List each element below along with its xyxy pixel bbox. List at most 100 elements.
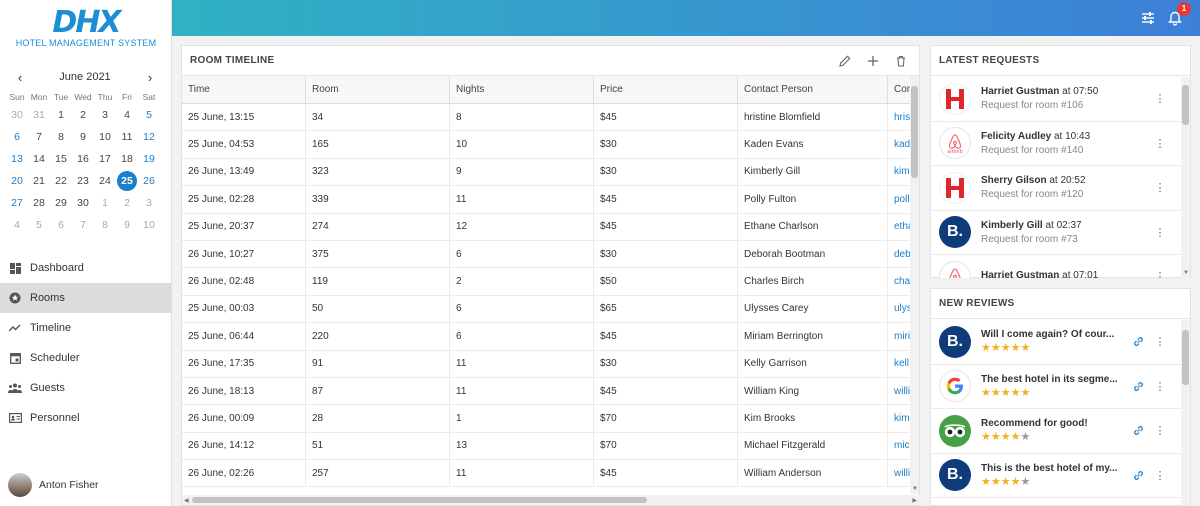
link-icon[interactable] xyxy=(1131,336,1145,347)
contact-link[interactable]: willi xyxy=(888,378,912,404)
contact-link[interactable]: ulys xyxy=(888,296,912,322)
column-header[interactable]: Time xyxy=(182,76,306,103)
table-row[interactable]: 26 June, 14:12 51 13 $70 Michael Fitzgerald m… xyxy=(182,432,912,461)
contact-link[interactable]: mic xyxy=(888,433,912,459)
link-icon[interactable] xyxy=(1131,381,1145,392)
table-row[interactable]: 26 June, 13:49 323 9 $30 Kimberly Gill kim xyxy=(182,158,912,187)
contact-link[interactable]: cha xyxy=(888,268,912,294)
contact-link[interactable]: etha xyxy=(888,214,912,240)
sidebar-item-timeline[interactable]: Timeline xyxy=(0,313,171,343)
calendar-day[interactable]: 13 xyxy=(6,148,28,170)
table-row[interactable]: 26 June, 02:26 257 11 $45 William Anderson wi… xyxy=(182,460,912,488)
contact-link[interactable]: kim xyxy=(888,159,912,185)
review-item[interactable]: B. Will I come again? Of cour... ★★★★★ ⋮ xyxy=(931,320,1181,365)
calendar-day[interactable]: 12 xyxy=(138,126,160,148)
calendar-day[interactable]: 10 xyxy=(94,126,116,148)
calendar-day[interactable]: 2 xyxy=(116,192,138,214)
more-vertical-icon[interactable]: ⋮ xyxy=(1153,335,1167,348)
calendar-day[interactable]: 3 xyxy=(138,192,160,214)
more-vertical-icon[interactable]: ⋮ xyxy=(1153,380,1167,393)
calendar-day[interactable]: 8 xyxy=(50,126,72,148)
column-header[interactable]: Nights xyxy=(450,76,594,103)
sidebar-item-personnel[interactable]: Personnel xyxy=(0,403,171,433)
calendar-day[interactable]: 27 xyxy=(6,192,28,214)
calendar-day[interactable]: 10 xyxy=(138,214,160,236)
calendar-day[interactable]: 6 xyxy=(6,126,28,148)
contact-link[interactable]: poll xyxy=(888,186,912,212)
calendar-day-selected[interactable]: 25 xyxy=(116,170,138,192)
add-button[interactable] xyxy=(865,53,881,69)
calendar-day[interactable]: 31 xyxy=(28,104,50,126)
more-vertical-icon[interactable]: ⋮ xyxy=(1153,226,1167,239)
calendar-day[interactable]: 26 xyxy=(138,170,160,192)
sidebar-item-guests[interactable]: Guests xyxy=(0,373,171,403)
calendar-day[interactable]: 1 xyxy=(94,192,116,214)
review-item[interactable]: Recommend for good! ★★★★★ ⋮ xyxy=(931,409,1181,454)
vertical-scrollbar[interactable] xyxy=(1181,320,1190,506)
scrollbar-thumb[interactable] xyxy=(1182,330,1189,385)
calendar-day[interactable]: 30 xyxy=(72,192,94,214)
more-vertical-icon[interactable]: ⋮ xyxy=(1153,469,1167,482)
calendar-day[interactable]: 6 xyxy=(50,214,72,236)
calendar-day[interactable]: 16 xyxy=(72,148,94,170)
scrollbar-thumb[interactable] xyxy=(192,497,647,503)
table-row[interactable]: 25 June, 00:03 50 6 $65 Ulysses Carey ulys xyxy=(182,295,912,324)
request-item[interactable]: airbnbHarriet Gustman at 07:01⋮ xyxy=(931,255,1181,278)
table-row[interactable]: 26 June, 00:09 28 1 $70 Kim Brooks kim xyxy=(182,405,912,433)
calendar-day[interactable]: 28 xyxy=(28,192,50,214)
table-row[interactable]: 26 June, 10:27 375 6 $30 Deborah Bootman deb xyxy=(182,240,912,269)
more-vertical-icon[interactable]: ⋮ xyxy=(1153,270,1167,278)
calendar-day[interactable]: 7 xyxy=(28,126,50,148)
sidebar-item-dashboard[interactable]: Dashboard xyxy=(0,253,171,283)
more-vertical-icon[interactable]: ⋮ xyxy=(1153,92,1167,105)
link-icon[interactable] xyxy=(1131,425,1145,436)
brand-logo[interactable]: DHX HOTEL MANAGEMENT SYSTEM xyxy=(0,6,172,49)
contact-link[interactable]: miri xyxy=(888,323,912,349)
table-row[interactable]: 26 June, 18:13 87 11 $45 William King willi xyxy=(182,377,912,406)
scroll-right-icon[interactable]: ▶ xyxy=(912,497,917,504)
calendar-day[interactable]: 4 xyxy=(6,214,28,236)
review-item[interactable]: B. This is the best hotel of my... ★★★★★ ⋮ xyxy=(931,454,1181,498)
user-profile[interactable]: Anton Fisher xyxy=(8,473,99,497)
table-row[interactable]: 25 June, 20:37 274 12 $45 Ethane Charlson eth… xyxy=(182,213,912,241)
calendar-day[interactable]: 30 xyxy=(6,104,28,126)
calendar-day[interactable]: 9 xyxy=(72,126,94,148)
calendar-day[interactable]: 18 xyxy=(116,148,138,170)
request-item[interactable]: airbnb Felicity Audley at 10:43 Request fo… xyxy=(931,122,1181,166)
calendar-day[interactable]: 3 xyxy=(94,104,116,126)
column-header[interactable]: Price xyxy=(594,76,738,103)
calendar-day[interactable]: 5 xyxy=(138,104,160,126)
contact-link[interactable]: kad xyxy=(888,131,912,157)
column-header[interactable]: Con xyxy=(888,76,912,103)
request-item[interactable]: Harriet Gustman at 07:50 Request for room… xyxy=(931,77,1181,122)
review-item[interactable]: The best hotel in its segme... ★★★★★ ⋮ xyxy=(931,365,1181,409)
table-row[interactable]: 25 June, 02:28 339 11 $45 Polly Fulton poll xyxy=(182,186,912,214)
calendar-day[interactable]: 11 xyxy=(116,126,138,148)
horizontal-scrollbar[interactable]: ◀ ▶ xyxy=(182,495,920,505)
calendar-month-label[interactable]: June 2021 xyxy=(59,71,110,83)
table-row[interactable]: 26 June, 17:35 91 11 $30 Kelly Garrison kell xyxy=(182,350,912,378)
calendar-day[interactable]: 17 xyxy=(94,148,116,170)
calendar-day[interactable]: 15 xyxy=(50,148,72,170)
calendar-day[interactable]: 23 xyxy=(72,170,94,192)
request-item[interactable]: Sherry Gilson at 20:52 Request for room #… xyxy=(931,166,1181,211)
calendar-day[interactable]: 22 xyxy=(50,170,72,192)
more-vertical-icon[interactable]: ⋮ xyxy=(1153,137,1167,150)
calendar-day[interactable]: 9 xyxy=(116,214,138,236)
table-row[interactable]: 25 June, 04:53 165 10 $30 Kaden Evans kad xyxy=(182,131,912,159)
scroll-down-icon[interactable]: ▼ xyxy=(912,486,918,492)
contact-link[interactable]: kell xyxy=(888,351,912,377)
calendar-day[interactable]: 20 xyxy=(6,170,28,192)
calendar-day[interactable]: 24 xyxy=(94,170,116,192)
sidebar-item-scheduler[interactable]: Scheduler xyxy=(0,343,171,373)
table-row[interactable]: 25 June, 13:15 34 8 $45 hristine Blomfield hr… xyxy=(182,104,912,132)
notifications-button[interactable]: 1 xyxy=(1165,2,1191,28)
vertical-scrollbar[interactable]: ▼ xyxy=(910,76,919,494)
calendar-day[interactable]: 2 xyxy=(72,104,94,126)
link-icon[interactable] xyxy=(1131,470,1145,481)
scrollbar-thumb[interactable] xyxy=(911,86,918,178)
contact-link[interactable]: kim xyxy=(888,405,912,431)
calendar-day[interactable]: 1 xyxy=(50,104,72,126)
table-row[interactable]: 25 June, 06:44 220 6 $45 Miriam Berrington mi… xyxy=(182,323,912,351)
calendar-day[interactable]: 29 xyxy=(50,192,72,214)
